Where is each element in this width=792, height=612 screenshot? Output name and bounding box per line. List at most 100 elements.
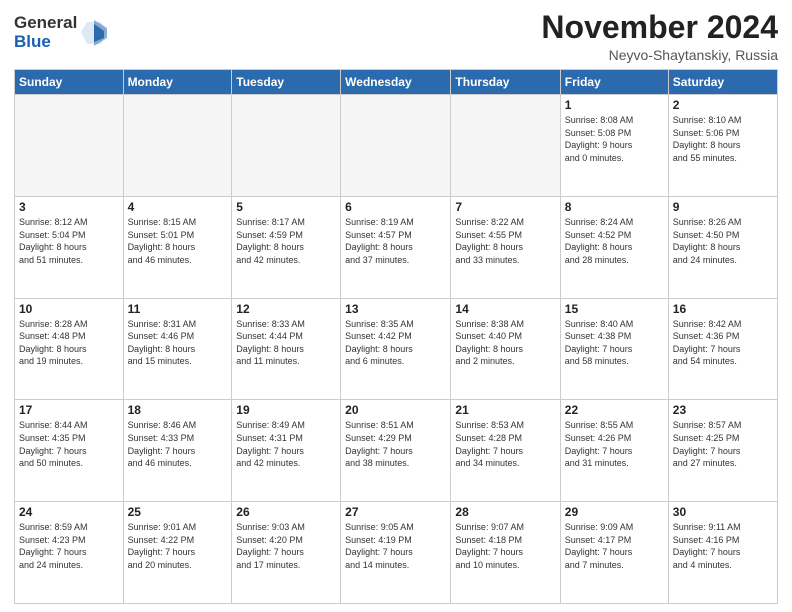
day-number: 18	[128, 403, 228, 417]
calendar-cell: 8 Sunrise: 8:24 AM Sunset: 4:52 PM Daylig…	[560, 196, 668, 298]
logo-general: General	[14, 14, 77, 33]
day-info: Sunrise: 8:24 AM Sunset: 4:52 PM Dayligh…	[565, 216, 664, 266]
calendar-cell	[341, 95, 451, 197]
day-number: 26	[236, 505, 336, 519]
day-info: Sunrise: 8:22 AM Sunset: 4:55 PM Dayligh…	[455, 216, 555, 266]
calendar-cell: 18Sunrise: 8:46 AM Sunset: 4:33 PM Dayli…	[123, 400, 232, 502]
day-info: Sunrise: 8:28 AM Sunset: 4:48 PM Dayligh…	[19, 318, 119, 368]
calendar-cell: 23 Sunrise: 8:57 AM Sunset: 4:25 PM Dayli…	[668, 400, 777, 502]
day-info: Sunrise: 8:57 AM Sunset: 4:25 PM Dayligh…	[673, 419, 773, 469]
day-number: 14	[455, 302, 555, 316]
weekday-header: Saturday	[668, 70, 777, 95]
calendar-week-row: 17 Sunrise: 8:44 AM Sunset: 4:35 PM Dayli…	[15, 400, 778, 502]
day-number: 13	[345, 302, 446, 316]
header: General Blue November 2024 Neyvo-Shaytan…	[14, 10, 778, 63]
day-number: 27	[345, 505, 446, 519]
day-info: Sunrise: 9:09 AM Sunset: 4:17 PM Dayligh…	[565, 521, 664, 571]
day-info: Sunrise: 9:01 AM Sunset: 4:22 PM Dayligh…	[128, 521, 228, 571]
location: Neyvo-Shaytanskiy, Russia	[541, 47, 778, 63]
calendar-week-row: 3 Sunrise: 8:12 AM Sunset: 5:04 PM Daylig…	[15, 196, 778, 298]
day-number: 11	[128, 302, 228, 316]
day-info: Sunrise: 8:38 AM Sunset: 4:40 PM Dayligh…	[455, 318, 555, 368]
day-info: Sunrise: 8:08 AM Sunset: 5:08 PM Dayligh…	[565, 114, 664, 164]
calendar-cell: 2 Sunrise: 8:10 AM Sunset: 5:06 PM Daylig…	[668, 95, 777, 197]
day-info: Sunrise: 8:44 AM Sunset: 4:35 PM Dayligh…	[19, 419, 119, 469]
day-number: 29	[565, 505, 664, 519]
weekday-header: Thursday	[451, 70, 560, 95]
calendar-cell: 5Sunrise: 8:17 AM Sunset: 4:59 PM Daylig…	[232, 196, 341, 298]
calendar-cell: 9Sunrise: 8:26 AM Sunset: 4:50 PM Daylig…	[668, 196, 777, 298]
day-info: Sunrise: 9:07 AM Sunset: 4:18 PM Dayligh…	[455, 521, 555, 571]
day-info: Sunrise: 8:12 AM Sunset: 5:04 PM Dayligh…	[19, 216, 119, 266]
day-number: 30	[673, 505, 773, 519]
day-number: 7	[455, 200, 555, 214]
day-info: Sunrise: 8:10 AM Sunset: 5:06 PM Dayligh…	[673, 114, 773, 164]
day-info: Sunrise: 8:55 AM Sunset: 4:26 PM Dayligh…	[565, 419, 664, 469]
day-info: Sunrise: 8:26 AM Sunset: 4:50 PM Dayligh…	[673, 216, 773, 266]
day-number: 16	[673, 302, 773, 316]
calendar-cell	[123, 95, 232, 197]
day-number: 24	[19, 505, 119, 519]
calendar-cell: 10 Sunrise: 8:28 AM Sunset: 4:48 PM Dayli…	[15, 298, 124, 400]
calendar-cell: 11 Sunrise: 8:31 AM Sunset: 4:46 PM Dayli…	[123, 298, 232, 400]
day-info: Sunrise: 8:17 AM Sunset: 4:59 PM Dayligh…	[236, 216, 336, 266]
day-info: Sunrise: 8:31 AM Sunset: 4:46 PM Dayligh…	[128, 318, 228, 368]
calendar-cell: 24Sunrise: 8:59 AM Sunset: 4:23 PM Dayli…	[15, 502, 124, 604]
calendar-cell: 15Sunrise: 8:40 AM Sunset: 4:38 PM Dayli…	[560, 298, 668, 400]
day-number: 19	[236, 403, 336, 417]
day-number: 23	[673, 403, 773, 417]
weekday-header: Sunday	[15, 70, 124, 95]
calendar: SundayMondayTuesdayWednesdayThursdayFrid…	[14, 69, 778, 604]
calendar-cell: 6Sunrise: 8:19 AM Sunset: 4:57 PM Daylig…	[341, 196, 451, 298]
logo-icon	[79, 18, 109, 48]
weekday-header: Tuesday	[232, 70, 341, 95]
day-number: 4	[128, 200, 228, 214]
weekday-header: Monday	[123, 70, 232, 95]
calendar-cell: 28 Sunrise: 9:07 AM Sunset: 4:18 PM Dayli…	[451, 502, 560, 604]
calendar-cell: 14 Sunrise: 8:38 AM Sunset: 4:40 PM Dayli…	[451, 298, 560, 400]
calendar-cell	[451, 95, 560, 197]
calendar-cell: 27Sunrise: 9:05 AM Sunset: 4:19 PM Dayli…	[341, 502, 451, 604]
calendar-cell: 13 Sunrise: 8:35 AM Sunset: 4:42 PM Dayli…	[341, 298, 451, 400]
weekday-header: Wednesday	[341, 70, 451, 95]
day-info: Sunrise: 9:03 AM Sunset: 4:20 PM Dayligh…	[236, 521, 336, 571]
calendar-cell: 22Sunrise: 8:55 AM Sunset: 4:26 PM Dayli…	[560, 400, 668, 502]
calendar-cell: 20 Sunrise: 8:51 AM Sunset: 4:29 PM Dayli…	[341, 400, 451, 502]
title-block: November 2024 Neyvo-Shaytanskiy, Russia	[541, 10, 778, 63]
calendar-week-row: 1 Sunrise: 8:08 AM Sunset: 5:08 PM Daylig…	[15, 95, 778, 197]
day-info: Sunrise: 8:53 AM Sunset: 4:28 PM Dayligh…	[455, 419, 555, 469]
calendar-cell: 1 Sunrise: 8:08 AM Sunset: 5:08 PM Daylig…	[560, 95, 668, 197]
day-number: 28	[455, 505, 555, 519]
calendar-cell: 17 Sunrise: 8:44 AM Sunset: 4:35 PM Dayli…	[15, 400, 124, 502]
day-number: 2	[673, 98, 773, 112]
day-number: 17	[19, 403, 119, 417]
day-number: 1	[565, 98, 664, 112]
day-info: Sunrise: 8:33 AM Sunset: 4:44 PM Dayligh…	[236, 318, 336, 368]
calendar-cell	[232, 95, 341, 197]
day-number: 21	[455, 403, 555, 417]
logo-blue: Blue	[14, 33, 77, 52]
calendar-week-row: 10 Sunrise: 8:28 AM Sunset: 4:48 PM Dayli…	[15, 298, 778, 400]
day-info: Sunrise: 8:42 AM Sunset: 4:36 PM Dayligh…	[673, 318, 773, 368]
weekday-header: Friday	[560, 70, 668, 95]
day-info: Sunrise: 8:35 AM Sunset: 4:42 PM Dayligh…	[345, 318, 446, 368]
calendar-cell: 21 Sunrise: 8:53 AM Sunset: 4:28 PM Dayli…	[451, 400, 560, 502]
calendar-cell: 19Sunrise: 8:49 AM Sunset: 4:31 PM Dayli…	[232, 400, 341, 502]
calendar-cell: 12 Sunrise: 8:33 AM Sunset: 4:44 PM Dayli…	[232, 298, 341, 400]
logo: General Blue	[14, 14, 109, 51]
day-number: 8	[565, 200, 664, 214]
day-info: Sunrise: 8:51 AM Sunset: 4:29 PM Dayligh…	[345, 419, 446, 469]
day-info: Sunrise: 8:15 AM Sunset: 5:01 PM Dayligh…	[128, 216, 228, 266]
calendar-cell: 3 Sunrise: 8:12 AM Sunset: 5:04 PM Daylig…	[15, 196, 124, 298]
day-info: Sunrise: 9:11 AM Sunset: 4:16 PM Dayligh…	[673, 521, 773, 571]
day-number: 12	[236, 302, 336, 316]
day-number: 3	[19, 200, 119, 214]
day-info: Sunrise: 8:19 AM Sunset: 4:57 PM Dayligh…	[345, 216, 446, 266]
calendar-cell	[15, 95, 124, 197]
day-number: 15	[565, 302, 664, 316]
day-number: 10	[19, 302, 119, 316]
day-number: 20	[345, 403, 446, 417]
month-title: November 2024	[541, 10, 778, 45]
calendar-week-row: 24Sunrise: 8:59 AM Sunset: 4:23 PM Dayli…	[15, 502, 778, 604]
calendar-cell: 29 Sunrise: 9:09 AM Sunset: 4:17 PM Dayli…	[560, 502, 668, 604]
